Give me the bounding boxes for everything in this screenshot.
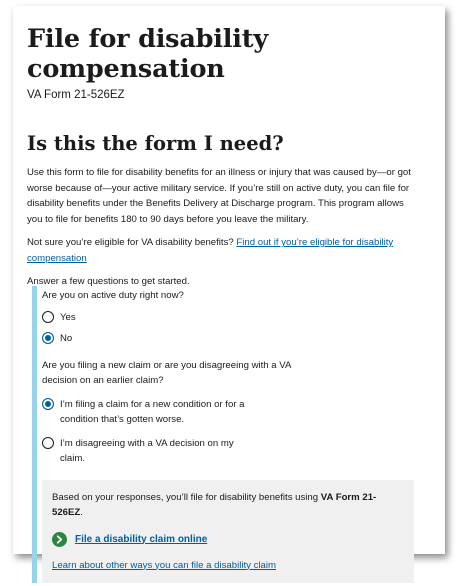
radio-label-new-claim: I’m filing a claim for a new condition o… xyxy=(60,398,245,426)
other-ways-link[interactable]: Learn about other ways you can file a di… xyxy=(52,560,404,571)
radio-option-new-claim[interactable]: I’m filing a claim for a new condition o… xyxy=(42,397,417,428)
radio-label-yes: Yes xyxy=(60,311,76,323)
radio-button-no[interactable] xyxy=(42,332,54,344)
eligibility-paragraph: Not sure you’re eligible for VA disabili… xyxy=(27,235,417,266)
result-box: Based on your responses, you’ll file for… xyxy=(42,479,414,583)
form-number: VA Form 21-526EZ xyxy=(27,89,125,101)
radio-option-yes[interactable]: Yes xyxy=(42,310,417,326)
file-claim-online-link[interactable]: File a disability claim online xyxy=(75,534,207,545)
intro-paragraph: Use this form to file for disability ben… xyxy=(27,167,411,225)
section-heading: Is this the form I need? xyxy=(27,132,284,155)
question-active-duty: Are you on active duty right now? xyxy=(42,290,184,301)
radio-button-yes[interactable] xyxy=(42,310,54,323)
page-content: File for disability compensation VA Form… xyxy=(27,24,417,290)
result-text: Based on your responses, you’ll file for… xyxy=(52,490,404,520)
radio-option-disagree[interactable]: I’m disagreeing with a VA decision on my… xyxy=(42,436,417,467)
page-title: File for disability compensation xyxy=(27,24,268,84)
result-text-suffix: . xyxy=(80,506,83,518)
question-claim-type: Are you filing a new claim or are you di… xyxy=(42,359,291,387)
file-claim-action[interactable]: File a disability claim online xyxy=(52,531,404,547)
result-text-prefix: Based on your responses, you’ll file for… xyxy=(52,491,319,503)
chevron-right-circle-icon[interactable] xyxy=(52,531,67,547)
eligibility-wizard: Are you on active duty right now? Yes No… xyxy=(32,286,417,583)
radio-button-disagree[interactable] xyxy=(42,436,54,449)
eligibility-prefix: Not sure you’re eligible for VA disabili… xyxy=(27,237,234,248)
radio-label-disagree: I’m disagreeing with a VA decision on my… xyxy=(60,437,234,465)
radio-option-no[interactable]: No xyxy=(42,331,417,347)
radio-label-no: No xyxy=(60,333,73,344)
radio-button-new-claim[interactable] xyxy=(42,397,54,410)
